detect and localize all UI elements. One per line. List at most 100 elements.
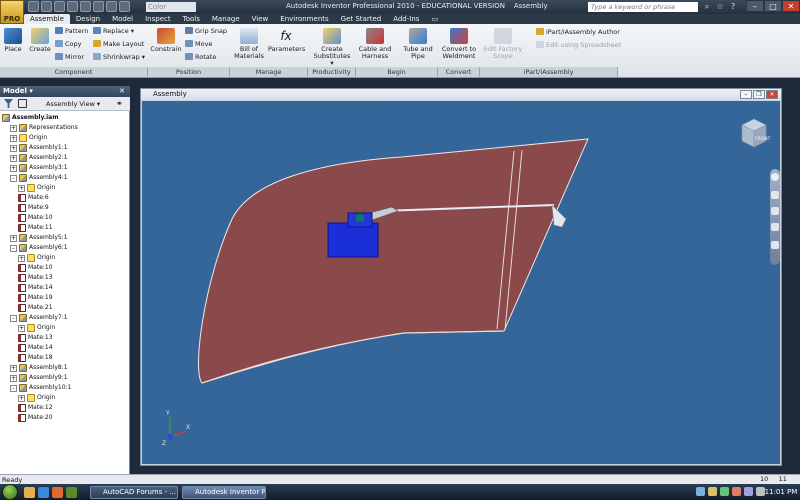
ipart-author-button[interactable]: iPart/iAssembly Author: [536, 28, 620, 37]
doc-minimize-button[interactable]: –: [740, 90, 752, 99]
start-button[interactable]: [2, 484, 18, 500]
tab-model[interactable]: Model: [106, 14, 139, 24]
help-icon[interactable]: ?: [728, 1, 738, 12]
tree-node[interactable]: - Assembly10:1: [10, 383, 71, 393]
tab-environments[interactable]: Environments: [274, 14, 334, 24]
tree-node[interactable]: + Origin: [10, 133, 47, 143]
tree-node[interactable]: Mate:13: [18, 333, 53, 343]
convert-weldment-button[interactable]: Convert to Weldment: [440, 28, 478, 60]
open-icon[interactable]: [41, 1, 52, 12]
constrain-button[interactable]: Constrain: [150, 28, 182, 53]
copy-button[interactable]: Copy: [55, 40, 82, 49]
star-icon[interactable]: ☆: [715, 1, 725, 12]
tree-node[interactable]: + Assembly8:1: [10, 363, 68, 373]
tab-get-started[interactable]: Get Started: [335, 14, 388, 24]
tree-node[interactable]: Mate:10: [18, 213, 53, 223]
expand-icon[interactable]: +: [18, 184, 25, 192]
tab-design[interactable]: Design: [70, 14, 106, 24]
color-override-dropdown[interactable]: Color: [146, 2, 196, 12]
tube-pipe-button[interactable]: Tube and Pipe: [400, 28, 436, 60]
collapse-icon[interactable]: -: [10, 174, 17, 182]
undo-icon[interactable]: [67, 1, 78, 12]
tree-node[interactable]: Mate:10: [18, 263, 53, 273]
tree-node[interactable]: Mate:14: [18, 343, 53, 353]
tab-assemble[interactable]: Assemble: [24, 14, 70, 24]
assembly-view-dropdown[interactable]: Assembly View ▾: [46, 100, 100, 108]
tree-node[interactable]: Mate:19: [18, 293, 53, 303]
close-button[interactable]: ✕: [782, 0, 800, 12]
tree-node[interactable]: - Assembly6:1: [10, 243, 68, 253]
firefox-icon[interactable]: [52, 487, 63, 498]
tree-node[interactable]: Mate:12: [18, 403, 53, 413]
expand-icon[interactable]: +: [10, 234, 17, 242]
tree-node[interactable]: + Assembly9:1: [10, 373, 68, 383]
media-icon[interactable]: [66, 487, 77, 498]
expand-icon[interactable]: +: [10, 164, 17, 172]
ie-icon[interactable]: [38, 487, 49, 498]
expand-icon[interactable]: +: [10, 124, 17, 132]
viewcube[interactable]: FRONT: [738, 117, 770, 151]
shrinkwrap-button[interactable]: Shrinkwrap ▾: [93, 53, 145, 62]
expand-icon[interactable]: +: [10, 154, 17, 162]
task-autocad-forums[interactable]: AutoCAD Forums - ...: [90, 486, 178, 499]
tree-node[interactable]: + Origin: [18, 253, 55, 263]
redo-icon[interactable]: [80, 1, 91, 12]
collapse-icon[interactable]: -: [10, 244, 17, 252]
ribbon-minimize-icon[interactable]: ▭: [425, 14, 444, 24]
maximize-button[interactable]: □: [764, 0, 782, 12]
doc-restore-button[interactable]: ❐: [753, 90, 765, 99]
browser-header[interactable]: Model ▾: [0, 86, 130, 97]
tree-node[interactable]: + Assembly2:1: [10, 153, 68, 163]
edit-factory-scope-button[interactable]: Edit Factory Scope: [482, 28, 524, 60]
make-layout-button[interactable]: Make Layout: [93, 40, 144, 49]
tab-add-ins[interactable]: Add-Ins: [387, 14, 425, 24]
pan-icon[interactable]: [771, 191, 779, 199]
new-icon[interactable]: [28, 1, 39, 12]
tree-node[interactable]: + Assembly1:1: [10, 143, 68, 153]
edit-spreadsheet-button[interactable]: Edit using Spreadsheet: [536, 41, 621, 50]
doc-close-button[interactable]: ✕: [766, 90, 778, 99]
search-icon[interactable]: ⌕: [702, 1, 712, 12]
replace-button[interactable]: Replace ▾: [93, 27, 134, 36]
tree-node[interactable]: + Representations: [10, 123, 78, 133]
create-substitutes-button[interactable]: Create Substitutes ▾: [312, 28, 352, 67]
tree-node[interactable]: - Assembly4:1: [10, 173, 68, 183]
bill-of-materials-button[interactable]: Bill of Materials: [232, 28, 266, 60]
tab-view[interactable]: View: [246, 14, 275, 24]
tab-tools[interactable]: Tools: [177, 14, 206, 24]
save-icon[interactable]: [54, 1, 65, 12]
find-icon[interactable]: ⚭: [116, 99, 126, 108]
application-menu-button[interactable]: PRO: [0, 0, 24, 24]
tree-node[interactable]: + Assembly5:1: [10, 233, 68, 243]
tree-node[interactable]: Mate:11: [18, 223, 53, 233]
clock[interactable]: 11:01 PM: [762, 484, 800, 500]
move-button[interactable]: Move: [185, 40, 212, 49]
update-icon[interactable]: [119, 1, 130, 12]
expand-icon[interactable]: +: [10, 134, 17, 142]
battery-icon[interactable]: [720, 487, 729, 496]
pattern-button[interactable]: Pattern: [55, 27, 88, 36]
minimize-button[interactable]: –: [746, 0, 764, 12]
graphics-viewport[interactable]: Y X Z FRONT: [142, 101, 780, 464]
tree-options-icon[interactable]: [18, 99, 27, 108]
tree-node[interactable]: + Origin: [18, 183, 55, 193]
collapse-icon[interactable]: -: [10, 314, 17, 322]
home-icon[interactable]: [93, 1, 104, 12]
update-icon[interactable]: [744, 487, 753, 496]
task-inventor[interactable]: Autodesk Inventor P...: [182, 486, 266, 499]
look-at-icon[interactable]: [771, 241, 779, 249]
tree-node[interactable]: Mate:6: [18, 193, 49, 203]
tree-node[interactable]: Assembly.iam: [2, 113, 58, 123]
tree-node[interactable]: + Origin: [18, 393, 55, 403]
orbit-icon[interactable]: [771, 223, 779, 231]
tree-node[interactable]: Mate:21: [18, 303, 53, 313]
tab-inspect[interactable]: Inspect: [139, 14, 177, 24]
search-input[interactable]: Type a keyword or phrase: [588, 2, 698, 12]
tree-node[interactable]: + Assembly3:1: [10, 163, 68, 173]
volume-icon[interactable]: [708, 487, 717, 496]
expand-icon[interactable]: +: [18, 394, 25, 402]
cable-harness-button[interactable]: Cable and Harness: [357, 28, 393, 60]
tree-node[interactable]: Mate:18: [18, 353, 53, 363]
security-icon[interactable]: [732, 487, 741, 496]
browser-close-icon[interactable]: ✕: [119, 86, 129, 97]
